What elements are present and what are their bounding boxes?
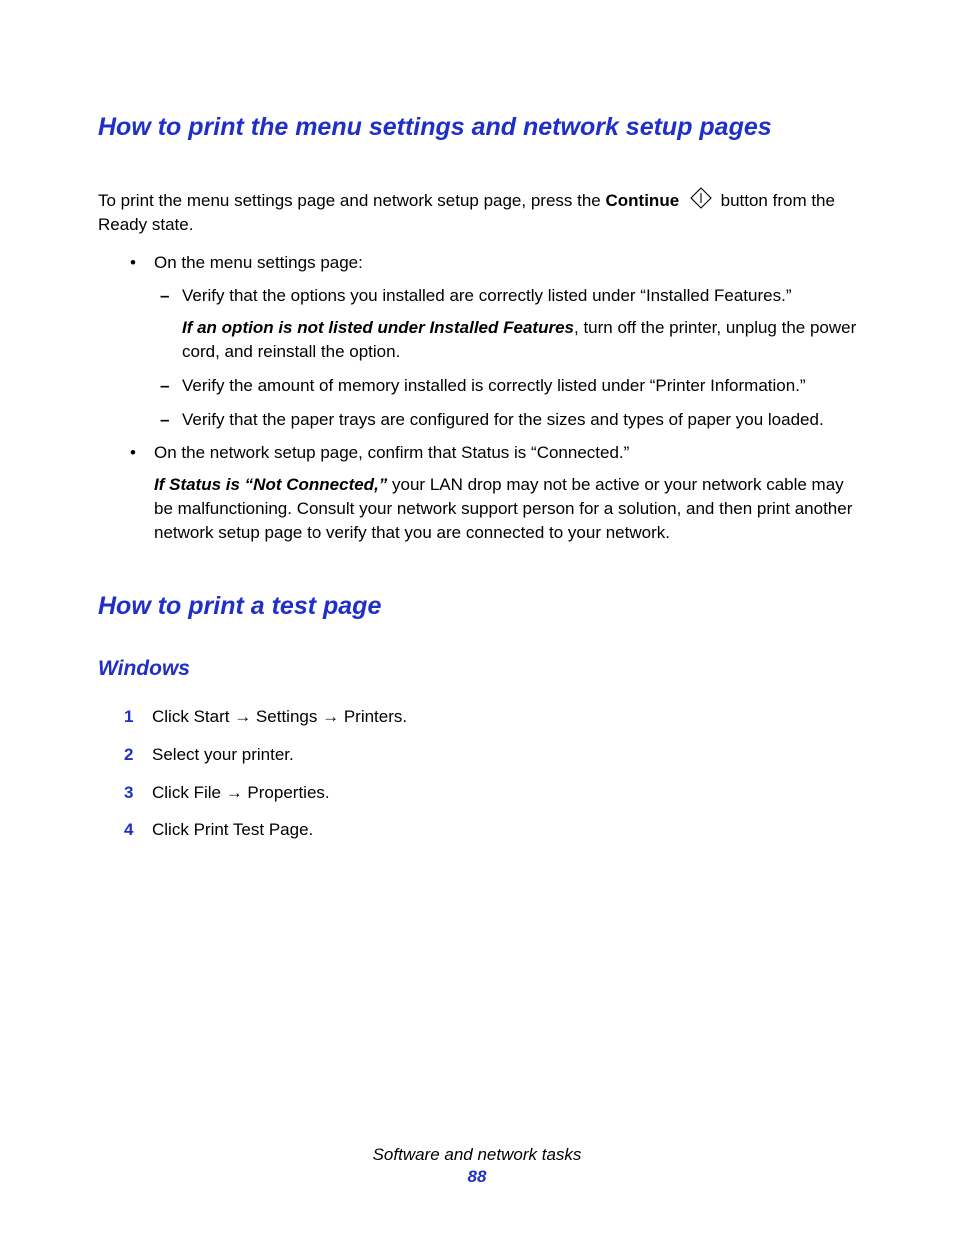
continue-label: Continue xyxy=(606,191,680,210)
step-pre: Click xyxy=(152,783,194,802)
footer-title: Software and network tasks xyxy=(0,1145,954,1165)
bullet-text: On the menu settings page: xyxy=(154,253,363,272)
bullet-network-setup: On the network setup page, confirm that … xyxy=(154,441,864,544)
step-post: . xyxy=(325,783,330,802)
footer-page-number: 88 xyxy=(0,1167,954,1187)
arrow-icon: → xyxy=(229,707,255,726)
heading-test-page: How to print a test page xyxy=(98,589,864,624)
step-4: Click Print Test Page. xyxy=(152,818,864,842)
step-2: Select your printer. xyxy=(152,743,864,767)
dash-memory: Verify the amount of memory installed is… xyxy=(182,374,864,398)
note-italic: If an option is not listed under Install… xyxy=(182,318,574,337)
page-footer: Software and network tasks 88 xyxy=(0,1145,954,1187)
intro-paragraph: To print the menu settings page and netw… xyxy=(98,187,864,237)
note-italic: If Status is “Not Connected,” xyxy=(154,475,387,494)
steps-list: Click Start → Settings → Printers. Selec… xyxy=(98,705,864,842)
dash-text: Verify that the options you installed ar… xyxy=(182,286,791,305)
bullet-menu-settings: On the menu settings page: Verify that t… xyxy=(154,251,864,432)
step-pre: Click xyxy=(152,707,194,726)
arrow-icon: → xyxy=(221,783,247,802)
heading-windows: Windows xyxy=(98,654,864,683)
step-bold-print-test: Print Test Page xyxy=(194,820,309,839)
note-not-connected: If Status is “Not Connected,” your LAN d… xyxy=(154,473,864,544)
step-3: Click File → Properties. xyxy=(152,781,864,805)
step-text: Select your printer. xyxy=(152,745,294,764)
heading-menu-network: How to print the menu settings and netwo… xyxy=(98,110,864,145)
dash-list: Verify that the options you installed ar… xyxy=(154,284,864,431)
document-page: How to print the menu settings and netwo… xyxy=(0,0,954,842)
dash-text: Verify that the paper trays are configur… xyxy=(182,410,824,429)
dash-paper-trays: Verify that the paper trays are configur… xyxy=(182,408,864,432)
note-installed-features: If an option is not listed under Install… xyxy=(182,316,864,364)
bullet-text: On the network setup page, confirm that … xyxy=(154,443,629,462)
step-bold-settings: Settings xyxy=(256,707,317,726)
step-1: Click Start → Settings → Printers. xyxy=(152,705,864,729)
step-bold-printers: Printers xyxy=(344,707,403,726)
step-post: . xyxy=(402,707,407,726)
step-pre: Click xyxy=(152,820,194,839)
dash-text: Verify the amount of memory installed is… xyxy=(182,376,806,395)
intro-pre-text: To print the menu settings page and netw… xyxy=(98,191,606,210)
dash-installed-features: Verify that the options you installed ar… xyxy=(182,284,864,363)
arrow-icon: → xyxy=(317,707,343,726)
step-bold-start: Start xyxy=(194,707,230,726)
step-bold-properties: Properties xyxy=(247,783,324,802)
step-post: . xyxy=(309,820,314,839)
bullet-list: On the menu settings page: Verify that t… xyxy=(98,251,864,545)
step-bold-file: File xyxy=(194,783,221,802)
continue-diamond-icon xyxy=(690,187,712,209)
